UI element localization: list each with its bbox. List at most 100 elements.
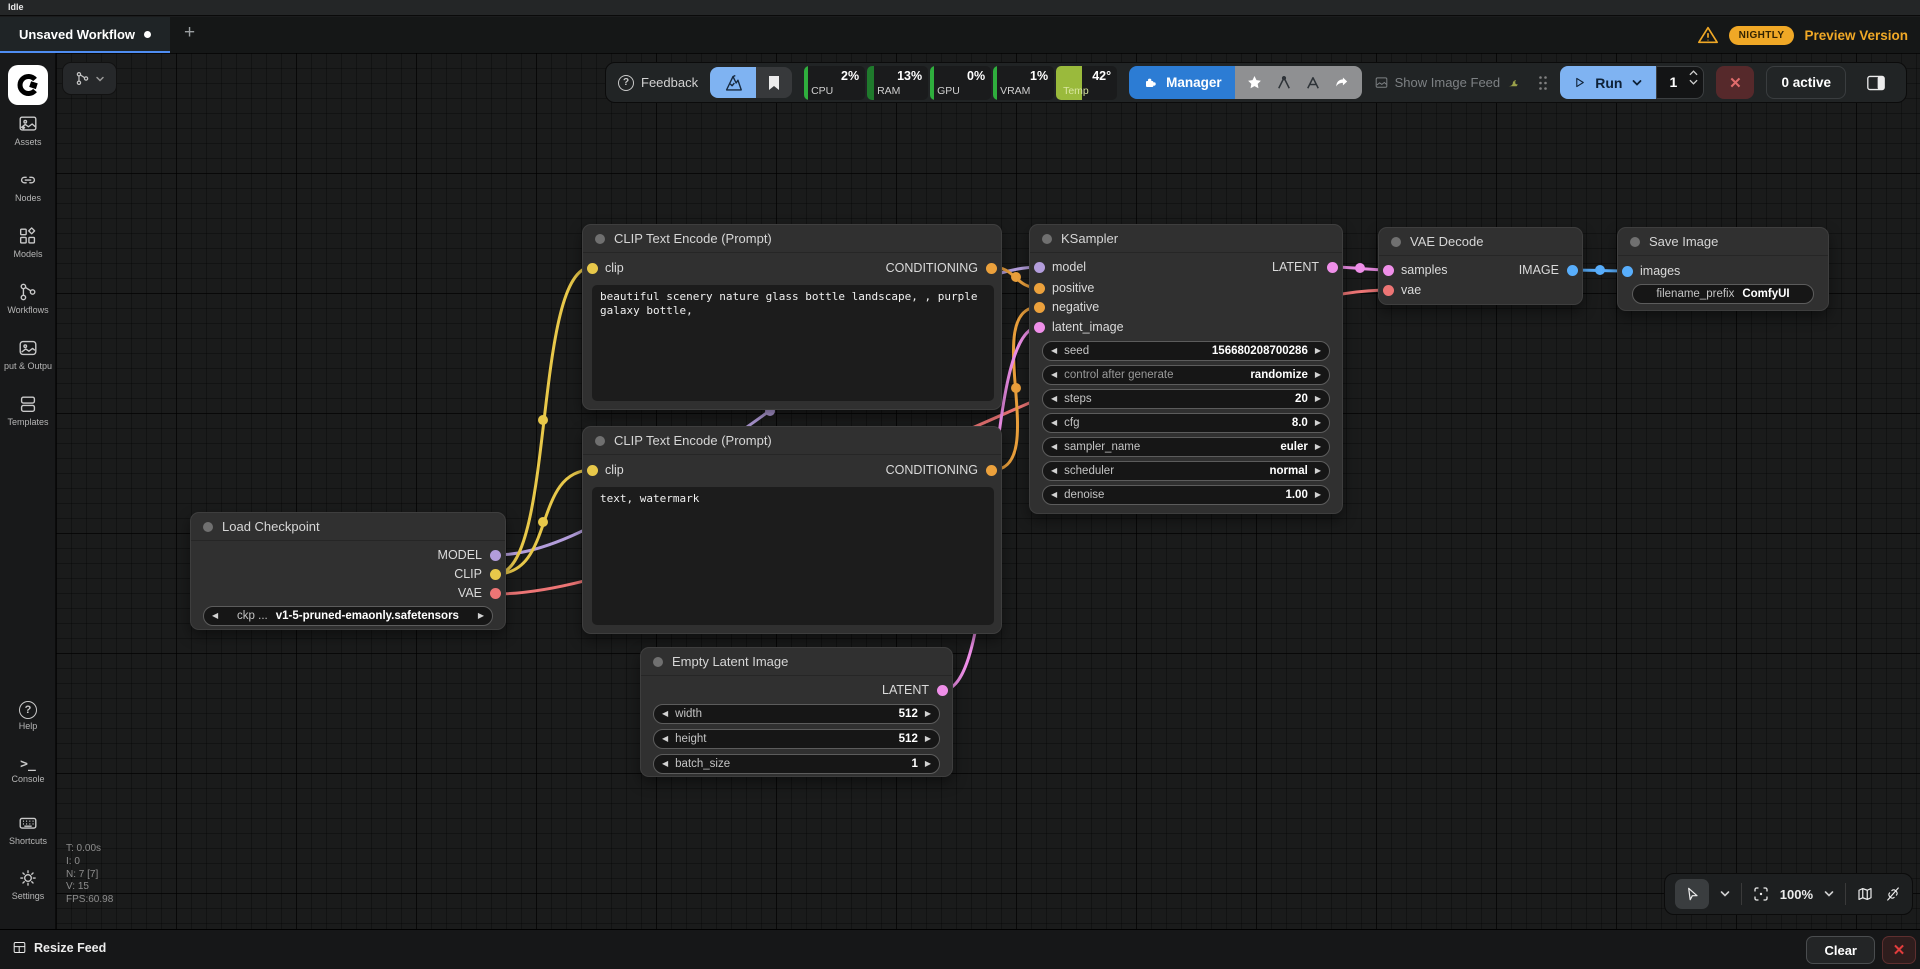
decrement-arrow-icon[interactable]: ◀ — [1051, 443, 1057, 451]
decrement-arrow-icon[interactable]: ◀ — [1051, 419, 1057, 427]
output-slot-latent[interactable] — [937, 685, 948, 696]
drag-handle-icon[interactable] — [1538, 75, 1548, 91]
sidebar-item-templates[interactable]: Templates — [0, 393, 56, 427]
manager-button[interactable]: Manager — [1129, 66, 1235, 99]
node-save-image[interactable]: Save Image images filename_prefix ComfyU… — [1617, 227, 1829, 311]
close-feed-button[interactable]: ✕ — [1882, 936, 1916, 964]
widget-seed[interactable]: ◀ seed 156680208700286 ▶ — [1042, 341, 1330, 361]
comfyui-logo[interactable] — [8, 65, 48, 105]
decrement-arrow-icon[interactable]: ◀ — [1051, 371, 1057, 379]
decrement-arrow-icon[interactable]: ◀ — [662, 735, 668, 743]
increment-arrow-icon[interactable]: ▶ — [1315, 371, 1321, 379]
zoom-chevron-icon[interactable] — [1823, 888, 1835, 900]
collapse-dot-icon[interactable] — [1391, 237, 1401, 247]
node-vae-decode[interactable]: VAE Decode samples vae IMAGE — [1378, 227, 1583, 305]
widget-denoise[interactable]: ◀ denoise 1.00 ▶ — [1042, 485, 1330, 505]
input-slot-vae[interactable] — [1383, 285, 1394, 296]
widget-ckpt-name[interactable]: ◀ ckp ... v1-5-pruned-emaonly.safetensor… — [203, 606, 493, 626]
input-slot-samples[interactable] — [1383, 265, 1394, 276]
tab-unsaved-workflow[interactable]: Unsaved Workflow — [0, 17, 170, 53]
widget-steps[interactable]: ◀ steps 20 ▶ — [1042, 389, 1330, 409]
input-slot-negative[interactable] — [1034, 302, 1045, 313]
select-tool-button[interactable] — [1675, 879, 1709, 909]
minimap-icon[interactable] — [1856, 885, 1874, 903]
increment-arrow-icon[interactable]: ▶ — [925, 710, 931, 718]
node-header[interactable]: CLIP Text Encode (Prompt) — [583, 225, 1001, 253]
input-slot-images[interactable] — [1622, 266, 1633, 277]
node-ksampler[interactable]: KSampler model positive negative latent_… — [1029, 224, 1343, 514]
increment-arrow-icon[interactable]: ▶ — [1315, 395, 1321, 403]
star-icon[interactable] — [1242, 70, 1268, 96]
node-empty-latent-image[interactable]: Empty Latent Image LATENT ◀ width 512 ▶ … — [640, 647, 953, 777]
output-slot-conditioning[interactable] — [986, 263, 997, 274]
widget-height[interactable]: ◀ height 512 ▶ — [653, 729, 940, 749]
collapse-dot-icon[interactable] — [595, 234, 605, 244]
workflow-overlay-button[interactable] — [62, 62, 117, 95]
decrement-arrow-icon[interactable]: ◀ — [1051, 395, 1057, 403]
show-image-feed-button[interactable]: Show Image Feed — [1374, 75, 1522, 90]
count-stepper[interactable] — [1689, 70, 1698, 85]
output-slot-latent[interactable] — [1327, 262, 1338, 273]
decrement-arrow-icon[interactable]: ◀ — [662, 760, 668, 768]
node-clip-text-encode-1[interactable]: CLIP Text Encode (Prompt) clip CONDITION… — [582, 224, 1002, 410]
batch-count-input[interactable]: 1 — [1656, 66, 1704, 99]
bookmark-button[interactable] — [756, 67, 792, 98]
decrement-arrow-icon[interactable]: ◀ — [662, 710, 668, 718]
sidebar-item-settings[interactable]: Settings — [0, 867, 56, 901]
input-slot-clip[interactable] — [587, 263, 598, 274]
node-header[interactable]: Empty Latent Image — [641, 648, 952, 676]
input-slot-clip[interactable] — [587, 465, 598, 476]
increment-arrow-icon[interactable]: ▶ — [1315, 419, 1321, 427]
increment-arrow-icon[interactable]: ▶ — [1315, 443, 1321, 451]
sidebar-item-shortcuts[interactable]: Shortcuts — [0, 812, 56, 846]
link-visibility-icon[interactable] — [1884, 885, 1902, 903]
sidebar-item-input-output[interactable]: put & Outpu — [0, 337, 56, 371]
prompt-textarea[interactable]: text, watermark — [592, 487, 994, 625]
active-jobs-button[interactable]: 0 active — [1766, 66, 1846, 99]
sidebar-item-console[interactable]: >_ Console — [0, 757, 56, 784]
increment-arrow-icon[interactable]: ▶ — [1315, 491, 1321, 499]
widget-control-after-generate[interactable]: ◀ control after generate randomize ▶ — [1042, 365, 1330, 385]
increment-arrow-icon[interactable]: ▶ — [925, 760, 931, 768]
preview-version-label[interactable]: Preview Version — [1804, 28, 1908, 43]
increment-arrow-icon[interactable]: ▶ — [925, 735, 931, 743]
node-header[interactable]: Save Image — [1618, 228, 1828, 256]
collapse-dot-icon[interactable] — [1630, 237, 1640, 247]
share-icon[interactable] — [1329, 70, 1355, 96]
node-header[interactable]: Load Checkpoint — [191, 513, 505, 541]
collapse-dot-icon[interactable] — [1042, 234, 1052, 244]
output-slot-clip[interactable] — [490, 569, 501, 580]
node-clip-text-encode-2[interactable]: CLIP Text Encode (Prompt) clip CONDITION… — [582, 426, 1002, 634]
node-header[interactable]: KSampler — [1030, 225, 1342, 253]
custom-node-b-icon[interactable] — [1300, 70, 1326, 96]
feedback-button[interactable]: ? Feedback — [618, 75, 698, 91]
sidebar-item-help[interactable]: ? Help — [0, 701, 56, 731]
increment-arrow-icon[interactable]: ▶ — [478, 612, 484, 620]
input-slot-positive[interactable] — [1034, 283, 1045, 294]
widget-cfg[interactable]: ◀ cfg 8.0 ▶ — [1042, 413, 1330, 433]
output-slot-conditioning[interactable] — [986, 465, 997, 476]
active-canvas-button[interactable] — [710, 67, 756, 98]
widget-width[interactable]: ◀ width 512 ▶ — [653, 704, 940, 724]
collapse-dot-icon[interactable] — [595, 436, 605, 446]
output-slot-model[interactable] — [490, 550, 501, 561]
prompt-textarea[interactable]: beautiful scenery nature glass bottle la… — [592, 285, 994, 401]
run-button[interactable]: Run — [1560, 66, 1656, 99]
node-header[interactable]: CLIP Text Encode (Prompt) — [583, 427, 1001, 455]
output-slot-vae[interactable] — [490, 588, 501, 599]
input-slot-model[interactable] — [1034, 262, 1045, 273]
new-tab-button[interactable]: + — [184, 22, 195, 44]
zoom-level-value[interactable]: 100% — [1780, 887, 1813, 902]
decrement-arrow-icon[interactable]: ◀ — [1051, 467, 1057, 475]
widget-sampler-name[interactable]: ◀ sampler_name euler ▶ — [1042, 437, 1330, 457]
sidebar-item-models[interactable]: Models — [0, 225, 56, 259]
sidebar-item-workflows[interactable]: Workflows — [0, 281, 56, 315]
widget-batch-size[interactable]: ◀ batch_size 1 ▶ — [653, 754, 940, 774]
decrement-arrow-icon[interactable]: ◀ — [212, 612, 218, 620]
node-header[interactable]: VAE Decode — [1379, 228, 1582, 256]
node-load-checkpoint[interactable]: Load Checkpoint MODEL CLIP VAE ◀ ckp ...… — [190, 512, 506, 630]
output-slot-image[interactable] — [1567, 265, 1578, 276]
cancel-run-button[interactable]: ✕ — [1716, 66, 1754, 99]
increment-arrow-icon[interactable]: ▶ — [1315, 347, 1321, 355]
custom-node-a-icon[interactable] — [1271, 70, 1297, 96]
